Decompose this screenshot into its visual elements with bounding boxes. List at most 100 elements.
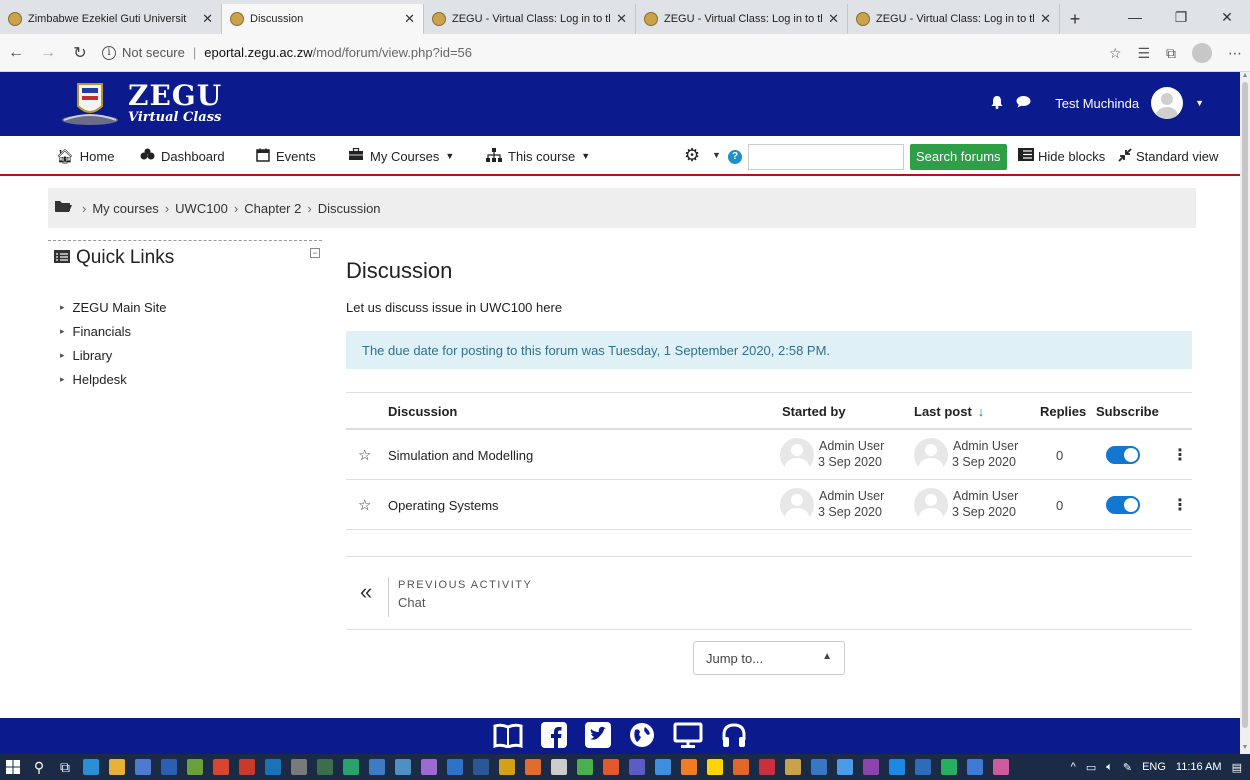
dreamweaver-icon[interactable] <box>577 759 593 775</box>
caret-down-icon[interactable]: ▼ <box>712 150 721 160</box>
clock-time[interactable]: 11:16 AM <box>1176 761 1222 773</box>
user-avatar[interactable] <box>914 438 948 472</box>
hide-blocks-button[interactable]: Hide blocks <box>1018 136 1105 176</box>
info-icon[interactable]: i <box>102 45 116 60</box>
language-indicator[interactable]: ENG <box>1142 761 1166 773</box>
close-tab-icon[interactable]: ✕ <box>202 11 213 27</box>
browser-tab[interactable]: ZEGU - Virtual Class: Log in to th ✕ <box>848 4 1060 34</box>
app-icon[interactable] <box>863 759 879 775</box>
nav-home[interactable]: 🏠︎ Home <box>56 136 114 176</box>
folder-icon[interactable] <box>54 199 72 217</box>
last-post-date[interactable]: 3 Sep 2020 <box>952 504 1018 520</box>
book-icon[interactable] <box>493 722 523 754</box>
quick-link-item[interactable]: Library <box>60 343 322 367</box>
last-post-name[interactable]: Admin User <box>952 488 1018 504</box>
app-icon[interactable] <box>369 759 385 775</box>
notification-bell-icon[interactable] <box>990 95 1004 112</box>
more-vertical-icon[interactable]: ⋮ <box>1172 495 1188 515</box>
help-icon[interactable]: ? <box>728 150 742 164</box>
star-icon[interactable]: ☆ <box>358 446 371 464</box>
user-avatar[interactable] <box>780 438 814 472</box>
quick-link-item[interactable]: ZEGU Main Site <box>60 295 322 319</box>
app-icon[interactable] <box>889 759 905 775</box>
last-post-name[interactable]: Admin User <box>952 438 1018 454</box>
app-icon[interactable] <box>421 759 437 775</box>
close-window-icon[interactable]: ✕ <box>1204 0 1250 34</box>
app-icon[interactable] <box>681 759 697 775</box>
site-logo[interactable]: ZEGU Virtual Class <box>128 82 222 126</box>
windows-start-icon[interactable] <box>0 754 26 780</box>
pen-icon[interactable]: ✎ <box>1123 761 1132 774</box>
user-avatar[interactable] <box>914 488 948 522</box>
scroll-down-icon[interactable]: ▼ <box>1240 744 1250 754</box>
volume-icon[interactable]: 🔈︎ <box>1106 761 1113 774</box>
column-last-post[interactable]: Last post ↓ <box>914 404 984 419</box>
nav-events[interactable]: Events <box>256 136 316 176</box>
gear-icon[interactable]: ⚙ <box>684 145 700 166</box>
app-icon[interactable] <box>603 759 619 775</box>
close-tab-icon[interactable]: ✕ <box>828 11 839 27</box>
app-icon[interactable] <box>993 759 1009 775</box>
collapse-block-icon[interactable]: − <box>310 248 320 258</box>
twitter-icon[interactable] <box>585 722 611 754</box>
discussion-topic[interactable]: Simulation and Modelling <box>388 448 533 463</box>
last-post-date[interactable]: 3 Sep 2020 <box>952 454 1018 470</box>
page-scrollbar[interactable]: ▲ ▼ <box>1240 72 1250 754</box>
chrome-icon[interactable] <box>213 759 229 775</box>
globe-icon[interactable] <box>629 722 655 754</box>
column-discussion[interactable]: Discussion <box>388 404 457 419</box>
app-icon[interactable] <box>655 759 671 775</box>
messages-chat-icon[interactable] <box>1016 95 1031 111</box>
photoshop-icon[interactable] <box>265 759 281 775</box>
app-icon[interactable] <box>525 759 541 775</box>
started-by-name[interactable]: Admin User <box>818 488 884 504</box>
store-icon[interactable] <box>135 759 151 775</box>
started-by-name[interactable]: Admin User <box>818 438 884 454</box>
quick-link-item[interactable]: Financials <box>60 319 322 343</box>
nav-my-courses[interactable]: My Courses ▼ <box>348 136 454 176</box>
app-icon[interactable] <box>187 759 203 775</box>
minimize-icon[interactable]: — <box>1112 0 1158 34</box>
new-tab-button[interactable]: + <box>1060 4 1090 34</box>
outlook-icon[interactable] <box>161 759 177 775</box>
user-avatar[interactable] <box>1151 87 1184 119</box>
search-forums-button[interactable]: Search forums <box>910 144 1007 170</box>
facebook-icon[interactable] <box>541 722 567 754</box>
app-icon[interactable] <box>317 759 333 775</box>
after-effects-icon[interactable] <box>629 759 645 775</box>
star-icon[interactable]: ☆ <box>358 496 371 514</box>
browser-tab[interactable]: Zimbabwe Ezekiel Guti Universit ✕ <box>0 4 222 34</box>
app-icon[interactable] <box>499 759 515 775</box>
collections-icon[interactable]: ⧉ <box>1166 45 1176 62</box>
app-icon[interactable] <box>239 759 255 775</box>
browser-tab[interactable]: ZEGU - Virtual Class: Log in to th ✕ <box>636 4 848 34</box>
app-icon[interactable] <box>759 759 775 775</box>
scroll-up-icon[interactable]: ▲ <box>1240 72 1250 82</box>
app-icon[interactable] <box>291 759 307 775</box>
file-explorer-icon[interactable] <box>109 759 125 775</box>
network-icon[interactable]: ▭ <box>1086 761 1096 774</box>
back-arrow-icon[interactable]: ← <box>0 44 32 62</box>
scrollbar-thumb[interactable] <box>1242 82 1248 728</box>
nav-this-course[interactable]: This course ▼ <box>486 136 590 176</box>
user-name[interactable]: Test Muchinda <box>1055 96 1139 111</box>
app-icon[interactable] <box>941 759 957 775</box>
app-icon[interactable] <box>395 759 411 775</box>
app-icon[interactable] <box>551 759 567 775</box>
app-icon[interactable] <box>707 759 723 775</box>
word-icon[interactable] <box>473 759 489 775</box>
chevron-down-icon[interactable]: ▼ <box>1195 98 1204 108</box>
drive-icon[interactable] <box>343 759 359 775</box>
close-tab-icon[interactable]: ✕ <box>616 11 627 27</box>
more-vertical-icon[interactable]: ⋮ <box>1172 445 1188 465</box>
favorites-list-icon[interactable]: ☰ <box>1137 45 1150 62</box>
browser-tab-active[interactable]: Discussion ✕ <box>222 4 424 34</box>
chevron-up-icon[interactable]: ^ <box>1071 761 1076 773</box>
desktop-icon[interactable] <box>673 722 703 754</box>
forward-arrow-icon[interactable]: → <box>32 44 64 62</box>
quick-link-item[interactable]: Helpdesk <box>60 367 322 391</box>
more-options-icon[interactable]: ⋯ <box>1228 45 1242 62</box>
app-icon[interactable] <box>915 759 931 775</box>
user-avatar[interactable] <box>780 488 814 522</box>
breadcrumb-current[interactable]: Discussion <box>318 201 381 216</box>
